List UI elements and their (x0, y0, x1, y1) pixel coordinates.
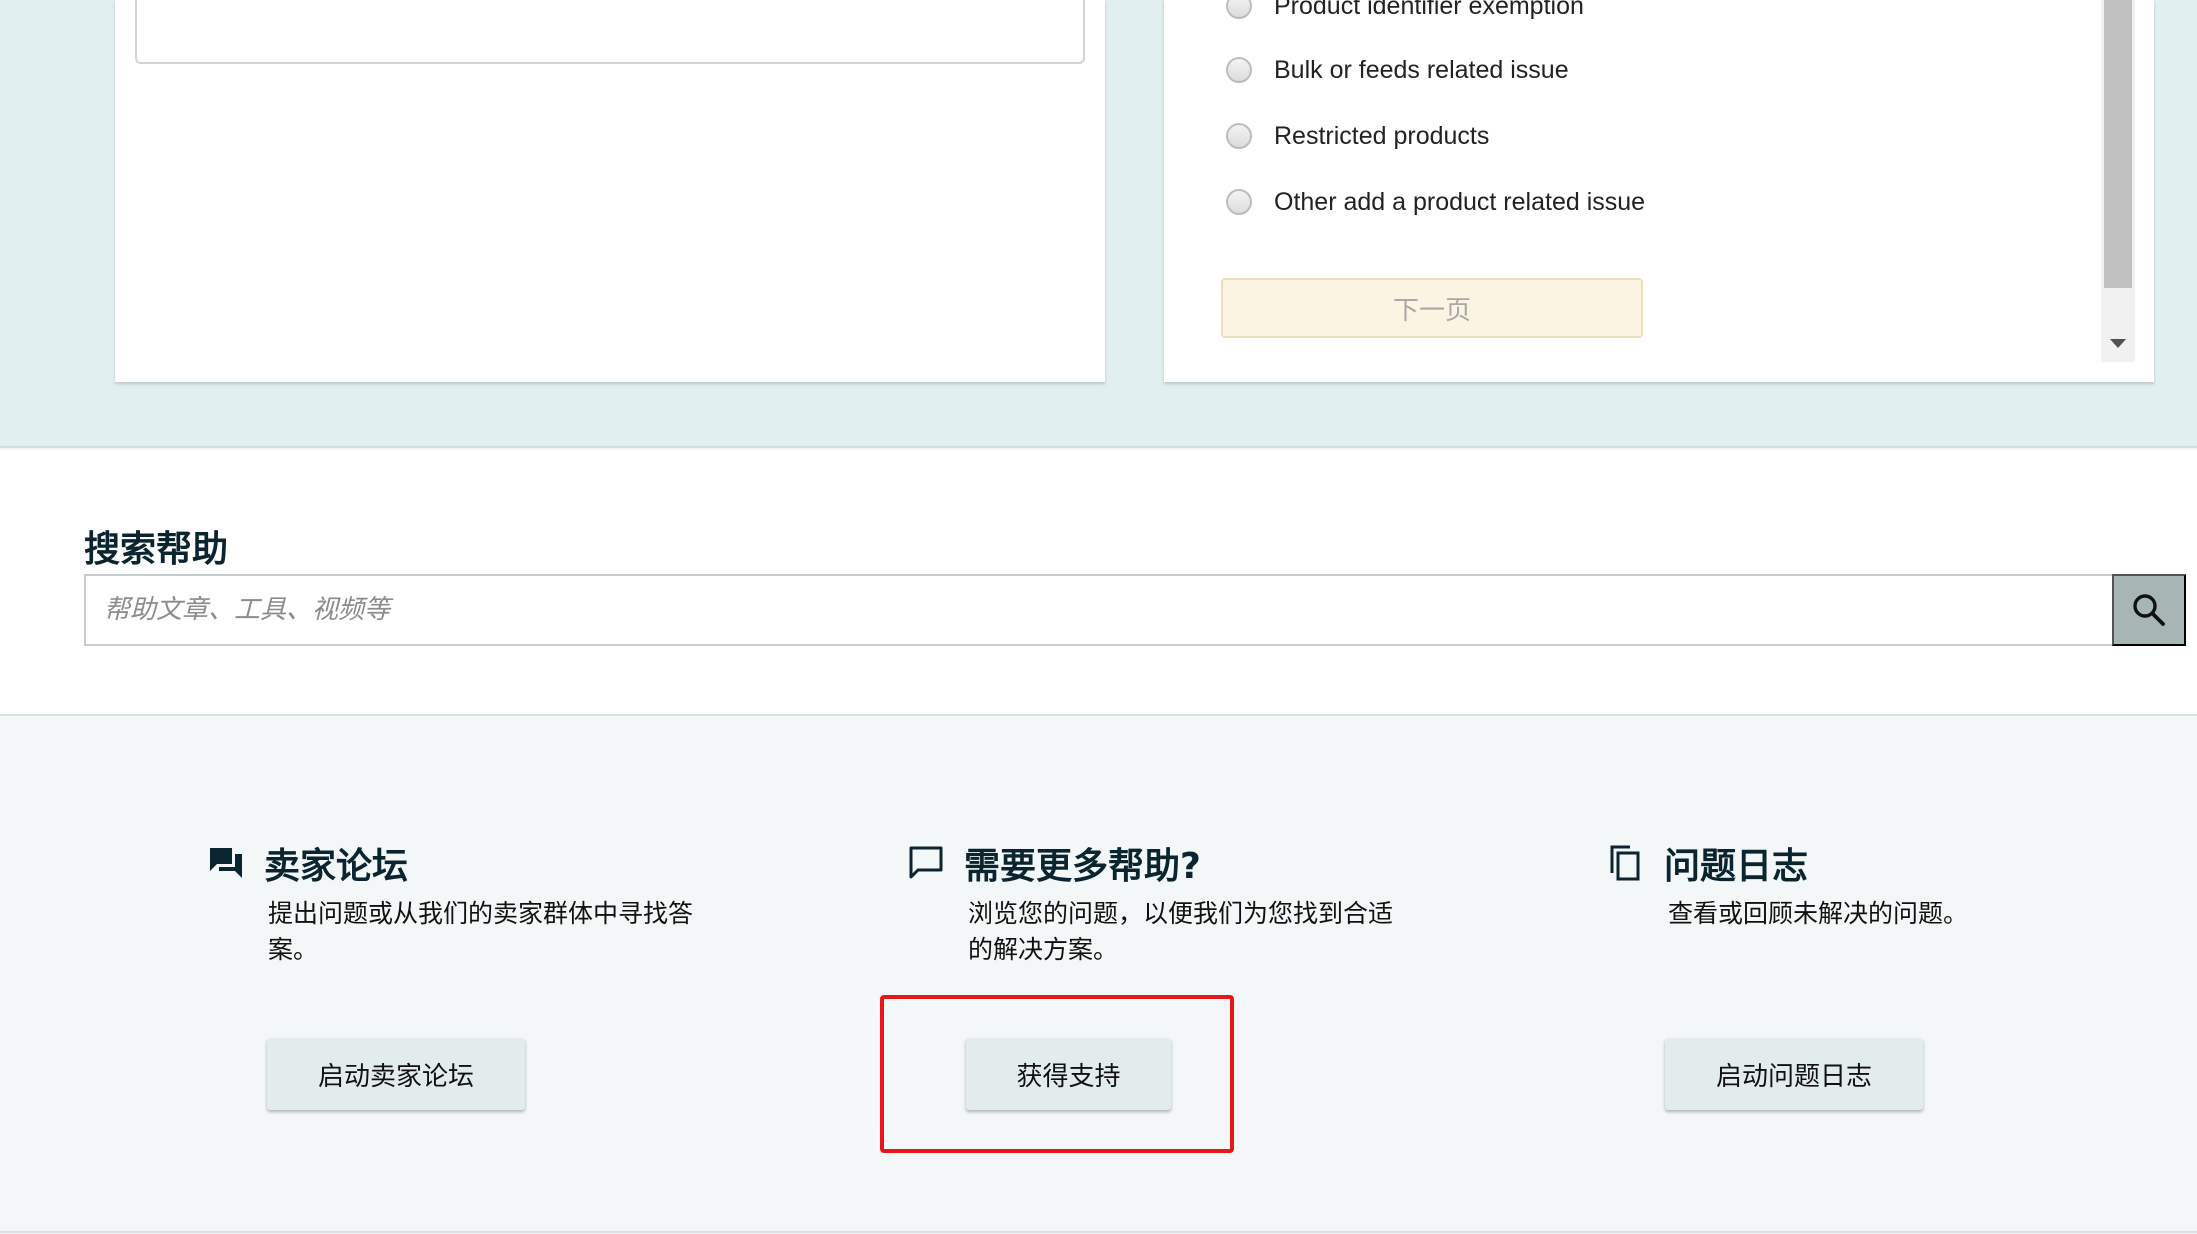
issue-option[interactable]: Bulk or feeds related issue (1226, 50, 1569, 90)
card-title: 问题日志 (1664, 846, 1809, 887)
scrollbar[interactable] (2101, 0, 2135, 362)
card-title: 卖家论坛 (264, 846, 409, 887)
search-box (84, 574, 2114, 646)
issue-option-label: Other add a product related issue (1274, 187, 1646, 216)
radio-button[interactable] (1226, 0, 1252, 19)
card-description: 浏览您的问题，以便我们为您找到合适的解决方案。 (968, 899, 1394, 964)
radio-button[interactable] (1226, 123, 1252, 149)
details-card (115, 0, 1105, 382)
more-help-card: 需要更多帮助? 浏览您的问题，以便我们为您找到合适的解决方案。 (908, 838, 1393, 964)
search-button[interactable] (2112, 574, 2186, 646)
issue-option-label: Product identifier exemption (1274, 0, 1584, 20)
footer-divider (0, 1231, 2197, 1233)
search-input[interactable] (86, 576, 2112, 644)
next-page-button[interactable]: 下一页 (1221, 278, 1643, 338)
issue-option-label: Bulk or feeds related issue (1274, 55, 1569, 84)
card-title: 需要更多帮助? (964, 846, 1201, 887)
top-band: Product identifier exemption Bulk or fee… (0, 0, 2197, 448)
search-help-title: 搜索帮助 (84, 529, 229, 570)
case-log-card: 问题日志 查看或回顾未解决的问题。 (1608, 838, 1968, 928)
speech-bubble-icon (909, 846, 943, 879)
triangle-down-icon (2110, 338, 2126, 348)
radio-button[interactable] (1226, 57, 1252, 83)
search-icon (2133, 594, 2165, 626)
details-textarea[interactable] (135, 0, 1085, 64)
forum-chat-icon (210, 848, 242, 878)
card-description: 提出问题或从我们的卖家群体中寻找答案。 (268, 899, 694, 964)
copy-pages-icon (1610, 845, 1640, 881)
issue-option[interactable]: Product identifier exemption (1226, 0, 1584, 26)
scroll-down-arrow[interactable] (2101, 324, 2135, 362)
search-help-section: 搜索帮助 (0, 450, 2197, 716)
scrollbar-thumb[interactable] (2104, 0, 2132, 288)
issue-option-label: Restricted products (1274, 121, 1490, 150)
card-description: 查看或回顾未解决的问题。 (1668, 899, 1969, 928)
issue-option[interactable]: Restricted products (1226, 116, 1489, 156)
seller-forum-card: 卖家论坛 提出问题或从我们的卖家群体中寻找答案。 (208, 838, 693, 964)
radio-button[interactable] (1226, 189, 1252, 215)
launch-seller-forum-button[interactable]: 启动卖家论坛 (267, 1038, 525, 1110)
issue-options-card: Product identifier exemption Bulk or fee… (1164, 0, 2154, 382)
launch-case-log-button[interactable]: 启动问题日志 (1665, 1038, 1923, 1110)
get-support-button[interactable]: 获得支持 (966, 1038, 1171, 1110)
issue-option[interactable]: Other add a product related issue (1226, 182, 1645, 222)
